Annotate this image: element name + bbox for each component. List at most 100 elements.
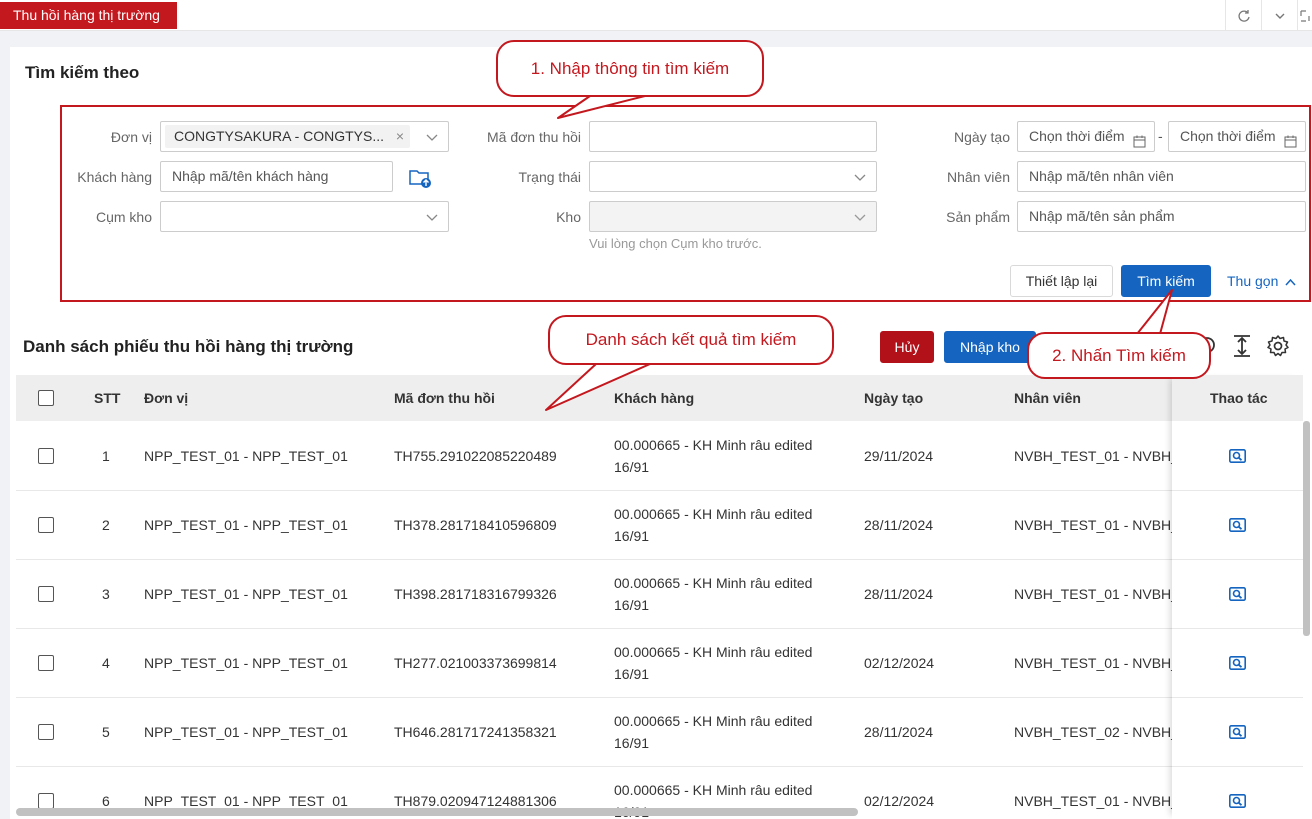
view-detail-icon[interactable] bbox=[1229, 449, 1246, 463]
don-vi-select[interactable]: CONGTYSAKURA - CONGTYS... × bbox=[160, 121, 449, 152]
table-row[interactable]: 1 NPP_TEST_01 - NPP_TEST_01 TH755.29102208… bbox=[16, 422, 1303, 491]
vertical-scrollbar[interactable] bbox=[1303, 421, 1310, 636]
cell-stt: 3 bbox=[102, 586, 110, 602]
don-vi-label: Đơn vị bbox=[110, 129, 152, 145]
fullscreen-icon[interactable] bbox=[1297, 0, 1312, 31]
collapse-link[interactable]: Thu gọn bbox=[1227, 273, 1296, 289]
view-detail-icon[interactable] bbox=[1229, 518, 1246, 532]
row-checkbox[interactable] bbox=[38, 586, 54, 602]
search-section-title: Tìm kiếm theo bbox=[25, 63, 140, 82]
col-khach-hang: Khách hàng bbox=[614, 390, 695, 406]
view-detail-icon[interactable] bbox=[1229, 794, 1246, 808]
callout-step1: 1. Nhập thông tin tìm kiếm bbox=[496, 40, 764, 97]
cell-khach-hang-line2: 16/91 bbox=[614, 735, 650, 751]
chevron-up-icon bbox=[1285, 278, 1296, 286]
view-detail-icon[interactable] bbox=[1229, 656, 1246, 670]
list-title: Danh sách phiếu thu hồi hàng thị trường bbox=[23, 337, 354, 356]
chevron-down-icon[interactable] bbox=[1261, 0, 1297, 31]
folder-upload-icon[interactable] bbox=[409, 167, 433, 189]
table-row[interactable]: 4 NPP_TEST_01 - NPP_TEST_01 TH277.02100337… bbox=[16, 629, 1303, 698]
ngay-tao-to-placeholder: Chọn thời điểm bbox=[1180, 128, 1276, 144]
row-checkbox[interactable] bbox=[38, 448, 54, 464]
cell-stt: 4 bbox=[102, 655, 110, 671]
trang-thai-label: Trạng thái bbox=[518, 169, 581, 185]
gear-icon[interactable] bbox=[1266, 334, 1290, 361]
row-checkbox[interactable] bbox=[38, 517, 54, 533]
horizontal-scrollbar[interactable] bbox=[16, 808, 858, 816]
table-row[interactable]: 3 NPP_TEST_01 - NPP_TEST_01 TH398.28171831… bbox=[16, 560, 1303, 629]
cell-khach-hang: 00.000665 - KH Minh râu edited bbox=[614, 644, 813, 660]
callout-results: Danh sách kết quả tìm kiếm bbox=[548, 315, 834, 365]
cell-don-vi: NPP_TEST_01 - NPP_TEST_01 bbox=[144, 517, 348, 533]
row-checkbox[interactable] bbox=[38, 793, 54, 809]
cell-ngay-tao: 28/11/2024 bbox=[864, 586, 934, 602]
don-vi-tag: CONGTYSAKURA - CONGTYS... × bbox=[165, 125, 410, 148]
ngay-tao-to[interactable]: Chọn thời điểm bbox=[1168, 121, 1306, 152]
cell-khach-hang: 00.000665 - KH Minh râu edited bbox=[614, 713, 813, 729]
table-row[interactable]: 5 NPP_TEST_01 - NPP_TEST_01 TH646.28171724… bbox=[16, 698, 1303, 767]
search-button[interactable]: Tìm kiếm bbox=[1121, 265, 1211, 297]
top-tab-bar: Thu hồi hàng thị trường bbox=[0, 0, 1312, 31]
cell-khach-hang: 00.000665 - KH Minh râu edited bbox=[614, 575, 813, 591]
cell-ma-don: TH755.291022085220489 bbox=[394, 448, 557, 464]
cell-khach-hang-line2: 16/91 bbox=[614, 597, 650, 613]
row-height-icon[interactable] bbox=[1232, 334, 1252, 361]
san-pham-label: Sản phẩm bbox=[946, 209, 1010, 225]
tab-thu-hoi-hang[interactable]: Thu hồi hàng thị trường bbox=[0, 2, 177, 29]
cell-khach-hang-line2: 16/91 bbox=[614, 528, 650, 544]
cancel-button[interactable]: Hủy bbox=[880, 331, 934, 363]
san-pham-input[interactable]: Nhập mã/tên sản phẩm bbox=[1017, 201, 1306, 232]
select-all-checkbox[interactable] bbox=[38, 390, 54, 406]
row-checkbox[interactable] bbox=[38, 724, 54, 740]
ngay-tao-from[interactable]: Chọn thời điểm bbox=[1017, 121, 1155, 152]
nhan-vien-input[interactable]: Nhập mã/tên nhân viên bbox=[1017, 161, 1306, 192]
table-row[interactable]: 2 NPP_TEST_01 - NPP_TEST_01 TH378.28171841… bbox=[16, 491, 1303, 560]
cell-nhan-vien: NVBH_TEST_01 - NVBH_ bbox=[1014, 448, 1172, 464]
calendar-icon bbox=[1133, 129, 1146, 158]
cell-nhan-vien: NVBH_TEST_01 - NVBH_ bbox=[1014, 517, 1172, 533]
cell-don-vi: NPP_TEST_01 - NPP_TEST_01 bbox=[144, 448, 348, 464]
cell-khach-hang: 00.000665 - KH Minh râu edited bbox=[614, 506, 813, 522]
cell-khach-hang-line2: 16/91 bbox=[614, 459, 650, 475]
cell-khach-hang: 00.000665 - KH Minh râu edited bbox=[614, 782, 813, 798]
chevron-down-icon bbox=[854, 162, 866, 194]
cell-khach-hang-line2: 16/91 bbox=[614, 666, 650, 682]
ngay-tao-from-placeholder: Chọn thời điểm bbox=[1029, 128, 1125, 144]
reset-button[interactable]: Thiết lập lại bbox=[1010, 265, 1113, 297]
cell-nhan-vien: NVBH_TEST_01 - NVBH_ bbox=[1014, 655, 1172, 671]
collapse-label: Thu gọn bbox=[1227, 273, 1279, 289]
view-detail-icon[interactable] bbox=[1229, 587, 1246, 601]
cell-ngay-tao: 28/11/2024 bbox=[864, 517, 934, 533]
cell-ngay-tao: 29/11/2024 bbox=[864, 448, 934, 464]
view-detail-icon[interactable] bbox=[1229, 725, 1246, 739]
don-vi-tag-text: CONGTYSAKURA - CONGTYS... bbox=[174, 128, 385, 144]
trang-thai-select[interactable] bbox=[589, 161, 877, 192]
cell-ngay-tao: 02/12/2024 bbox=[864, 793, 935, 809]
cum-kho-label: Cụm kho bbox=[95, 209, 152, 225]
ngay-tao-label: Ngày tạo bbox=[953, 129, 1010, 145]
nhan-vien-label: Nhân viên bbox=[946, 169, 1010, 185]
cell-don-vi: NPP_TEST_01 - NPP_TEST_01 bbox=[144, 724, 348, 740]
col-ngay-tao: Ngày tạo bbox=[864, 390, 924, 406]
refresh-icon[interactable] bbox=[1225, 0, 1261, 31]
tag-close-icon[interactable]: × bbox=[396, 125, 404, 148]
cell-ma-don: TH378.281718410596809 bbox=[394, 517, 557, 533]
cell-ngay-tao: 28/11/2024 bbox=[864, 724, 934, 740]
col-nhan-vien: Nhân viên bbox=[1014, 390, 1081, 406]
import-warehouse-button[interactable]: Nhập kho bbox=[944, 331, 1036, 363]
kho-select[interactable] bbox=[589, 201, 877, 232]
callout-step2: 2. Nhấn Tìm kiếm bbox=[1027, 332, 1211, 379]
chevron-down-icon bbox=[426, 122, 438, 154]
row-checkbox[interactable] bbox=[38, 655, 54, 671]
cum-kho-select[interactable] bbox=[160, 201, 449, 232]
cell-nhan-vien: NVBH_TEST_01 - NVBH_ bbox=[1014, 586, 1172, 602]
ma-don-input[interactable] bbox=[589, 121, 877, 152]
chevron-down-icon bbox=[854, 202, 866, 234]
cell-stt: 5 bbox=[102, 724, 110, 740]
kho-hint: Vui lòng chọn Cụm kho trước. bbox=[589, 236, 762, 251]
khach-hang-input[interactable]: Nhập mã/tên khách hàng bbox=[160, 161, 393, 192]
date-separator: - bbox=[1158, 128, 1163, 144]
cell-stt: 2 bbox=[102, 517, 110, 533]
col-don-vi: Đơn vị bbox=[144, 390, 189, 406]
cell-ma-don: TH879.020947124881306 bbox=[394, 793, 557, 809]
